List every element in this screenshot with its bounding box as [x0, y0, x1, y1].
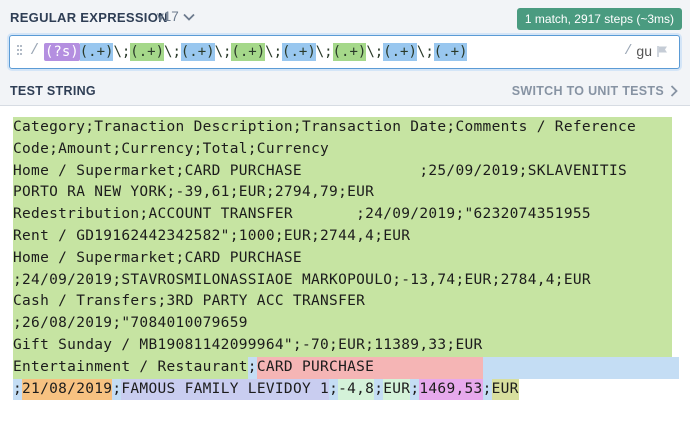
regex-input[interactable]: / (?s) (.+) \; (.+) \; (.+) \; (.+) \; (.+) \; (.+)…	[9, 35, 680, 69]
regex-token-group: (.+)	[231, 43, 266, 61]
test-line: Redestribution;ACCOUNT TRANSFER ;24/09/2…	[13, 204, 672, 226]
match-segment-blue: ;	[247, 356, 257, 379]
match-info-badge: 1 match, 2917 steps (~3ms)	[516, 8, 682, 30]
match-segment-blue: ;	[112, 378, 122, 401]
match-segment-blue: ;	[410, 378, 420, 401]
test-line: PORTO RA NEW YORK;-39,61;EUR;2794,79;EUR	[13, 182, 672, 205]
regex-token-esc: \;	[265, 43, 283, 61]
flag-icon[interactable]	[656, 45, 669, 58]
switch-label: SWITCH TO UNIT TESTS	[511, 84, 664, 98]
regex-token-groupb: (.+)	[180, 43, 215, 61]
regex-delimiter-right: /	[624, 43, 633, 59]
match-segment-blue	[482, 356, 679, 379]
chevron-right-icon	[670, 85, 678, 97]
match-segment-blue: ;	[374, 378, 384, 401]
match-segment-lav: FAMOUS FAMILY LEVIDOY 1	[121, 378, 330, 401]
regex-header: REGULAR EXPRESSION v17 1 match, 2917 ste…	[0, 0, 690, 34]
flavor-label: v17	[157, 9, 179, 24]
test-line-groups: ; 21/08/2019; FAMOUS FAMILY LEVIDOY 1; -4,8…	[13, 378, 679, 401]
test-line: ;24/09/2019;STAVROSMILONASSIAOE MARKOPOU…	[13, 269, 672, 292]
test-line: ;26/08/2019;"7084010079659	[13, 313, 672, 335]
match-segment-mint: -4,8	[338, 378, 375, 401]
chevron-down-icon	[183, 13, 195, 21]
regex-flags[interactable]: gu	[636, 43, 652, 59]
test-string-header: TEST STRING SWITCH TO UNIT TESTS	[0, 78, 690, 104]
match-segment-red: CARD PURCHASE	[256, 356, 483, 379]
test-line: Home / Supermarket;CARD PURCHASE ;25/09/…	[13, 160, 672, 183]
match-segment-blue: ;	[329, 378, 339, 401]
regex-token-esc: \;	[315, 43, 333, 61]
regex-token-esc: \;	[113, 43, 131, 61]
match-segment-blue: ;	[13, 378, 23, 401]
regex-delimiter-left: /	[30, 42, 40, 59]
match-segment-blue: ;	[482, 378, 492, 401]
regex-token-groupb: (.+)	[433, 43, 468, 61]
regex-token-groupb: (.+)	[282, 43, 316, 61]
drag-handle-icon[interactable]	[17, 45, 22, 59]
regex-token-flag: (?s)	[44, 43, 80, 61]
test-line-group-split: Entertainment / Restaurant; CARD PURCHASE	[13, 356, 679, 379]
test-line: Home / Supermarket;CARD PURCHASE	[13, 247, 672, 270]
regex-token-esc: \;	[214, 43, 232, 61]
match-segment-mint: EUR	[383, 378, 411, 401]
test-string-editor[interactable]: Category;Tranaction Description;Transact…	[0, 105, 690, 436]
regex-pattern[interactable]: (?s) (.+) \; (.+) \; (.+) \; (.+) \; (.+) \; (.+) \;…	[44, 43, 468, 61]
match-segment-orange: 21/08/2019	[22, 378, 113, 401]
match-segment-olive: EUR	[491, 378, 519, 401]
test-line: Cash / Transfers;3RD PARTY ACC TRANSFER	[13, 291, 672, 314]
test-line: Category;Tranaction Description;Transact…	[13, 117, 672, 139]
regex-token-groupb: (.+)	[383, 43, 417, 61]
regex-flags-area[interactable]: / gu	[624, 43, 669, 59]
test-string-title: TEST STRING	[10, 84, 96, 98]
regex-token-esc: \;	[416, 43, 434, 61]
regex-token-groupb: (.+)	[79, 43, 114, 61]
regex-token-esc: \;	[164, 43, 181, 61]
test-line: Rent / GD19162442342582";1000;EUR;2744,4…	[13, 225, 672, 248]
test-string-lines: Category;Tranaction Description;Transact…	[13, 117, 679, 401]
regex-token-group: (.+)	[332, 43, 367, 61]
regex-panel-title: REGULAR EXPRESSION	[10, 10, 168, 25]
test-line: Gift Sunday / MB19081142099964";-70;EUR;…	[13, 334, 672, 357]
regex-token-esc: \;	[366, 43, 384, 61]
test-line: Code;Amount;Currency;Total;Currency	[13, 138, 672, 161]
switch-to-unit-tests-link[interactable]: SWITCH TO UNIT TESTS	[512, 84, 678, 98]
flavor-selector[interactable]: v17	[157, 9, 195, 24]
regex-token-group: (.+)	[130, 43, 165, 61]
match-segment-pink: 1469,53	[419, 378, 483, 401]
match-segment-green: Entertainment / Restaurant	[13, 356, 248, 379]
